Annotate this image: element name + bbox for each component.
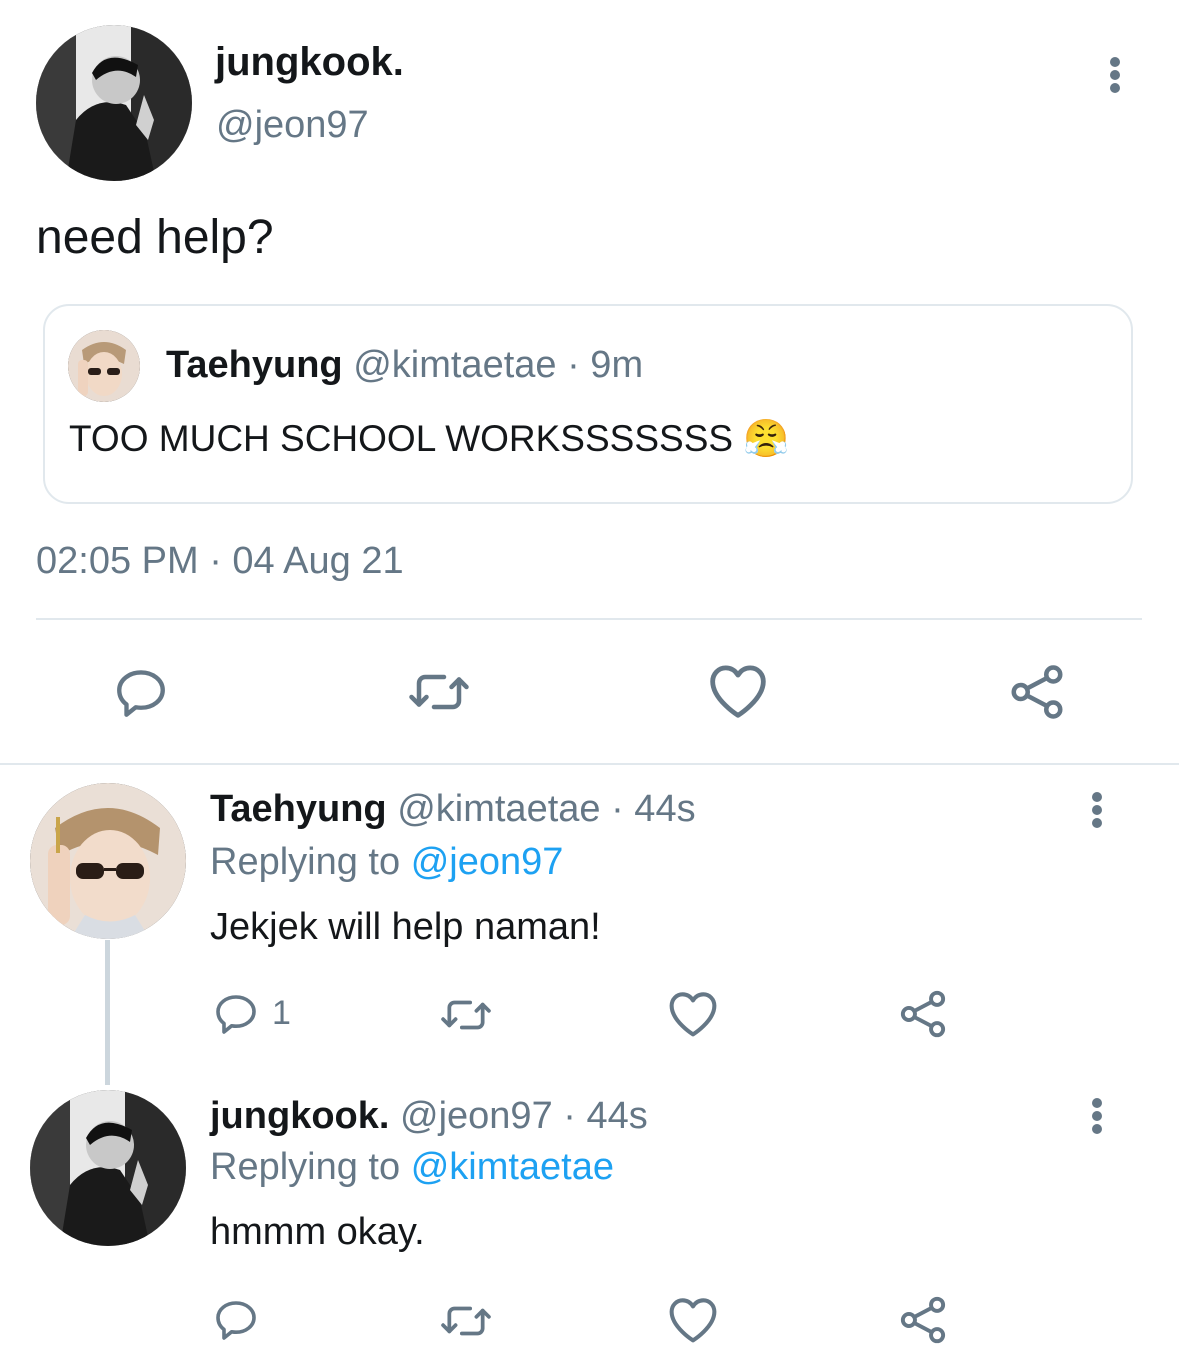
quoted-author-avatar	[68, 330, 140, 402]
reply-author-handle[interactable]: @jeon97	[400, 1095, 553, 1137]
share-icon[interactable]	[896, 1294, 950, 1346]
divider	[36, 618, 1142, 620]
main-author-name[interactable]: jungkook.	[215, 40, 404, 85]
reply-author-name[interactable]: jungkook.	[210, 1095, 389, 1137]
quoted-tweet-text: TOO MUCH SCHOOL WORKSSSSSSS	[69, 418, 734, 459]
retweet-icon[interactable]	[438, 1296, 494, 1346]
section-divider	[0, 763, 1179, 765]
reply-header: Taehyung @kimtaetae · 44s	[210, 788, 696, 831]
reply-icon[interactable]	[212, 990, 260, 1038]
quoted-author-handle[interactable]: @kimtaetae	[353, 344, 556, 386]
main-tweet-text: need help?	[36, 211, 274, 264]
replying-to-link[interactable]: @jeon97	[411, 841, 564, 883]
replying-to-label: Replying to	[210, 1146, 401, 1188]
quoted-tweet-card[interactable]	[43, 304, 1133, 504]
quoted-tweet-age: · 9m	[567, 344, 644, 386]
thread-line	[105, 940, 110, 1085]
heart-icon[interactable]	[666, 988, 720, 1038]
retweet-icon[interactable]	[406, 662, 472, 722]
replying-to-link[interactable]: @kimtaetae	[411, 1146, 614, 1188]
reply-text: hmmm okay.	[210, 1211, 425, 1253]
reply-age: · 44s	[563, 1095, 648, 1137]
main-author-avatar[interactable]	[36, 25, 192, 181]
reply-author-avatar[interactable]	[30, 783, 186, 939]
replying-to-line: Replying to @jeon97	[210, 841, 563, 884]
more-options-icon[interactable]	[1109, 57, 1121, 93]
more-options-icon[interactable]	[1091, 792, 1103, 828]
reply-header: jungkook. @jeon97 · 44s	[210, 1095, 648, 1138]
replying-to-label: Replying to	[210, 841, 401, 883]
reply-author-name[interactable]: Taehyung	[210, 788, 387, 830]
reply-count: 1	[272, 994, 291, 1032]
reply-text: Jekjek will help naman!	[210, 906, 601, 948]
reply-age: · 44s	[611, 788, 696, 830]
more-options-icon[interactable]	[1091, 1098, 1103, 1134]
share-icon[interactable]	[1006, 662, 1068, 722]
quoted-tweet-header: Taehyung @kimtaetae · 9m	[166, 344, 643, 387]
main-tweet-timestamp: 02:05 PM · 04 Aug 21	[36, 540, 404, 582]
main-author-handle[interactable]: @jeon97	[216, 104, 369, 147]
quoted-author-name[interactable]: Taehyung	[166, 344, 343, 386]
reply-icon[interactable]	[112, 664, 170, 722]
share-icon[interactable]	[896, 988, 950, 1040]
heart-icon[interactable]	[706, 660, 770, 720]
replying-to-line: Replying to @kimtaetae	[210, 1146, 614, 1189]
reply-author-avatar[interactable]	[30, 1090, 186, 1246]
heart-icon[interactable]	[666, 1294, 720, 1344]
huffing-face-emoji: 😤	[743, 418, 790, 459]
reply-author-handle[interactable]: @kimtaetae	[397, 788, 600, 830]
quoted-tweet-text-row: TOO MUCH SCHOOL WORKSSSSSSS 😤	[69, 418, 789, 461]
retweet-icon[interactable]	[438, 990, 494, 1040]
reply-icon[interactable]	[212, 1296, 260, 1344]
